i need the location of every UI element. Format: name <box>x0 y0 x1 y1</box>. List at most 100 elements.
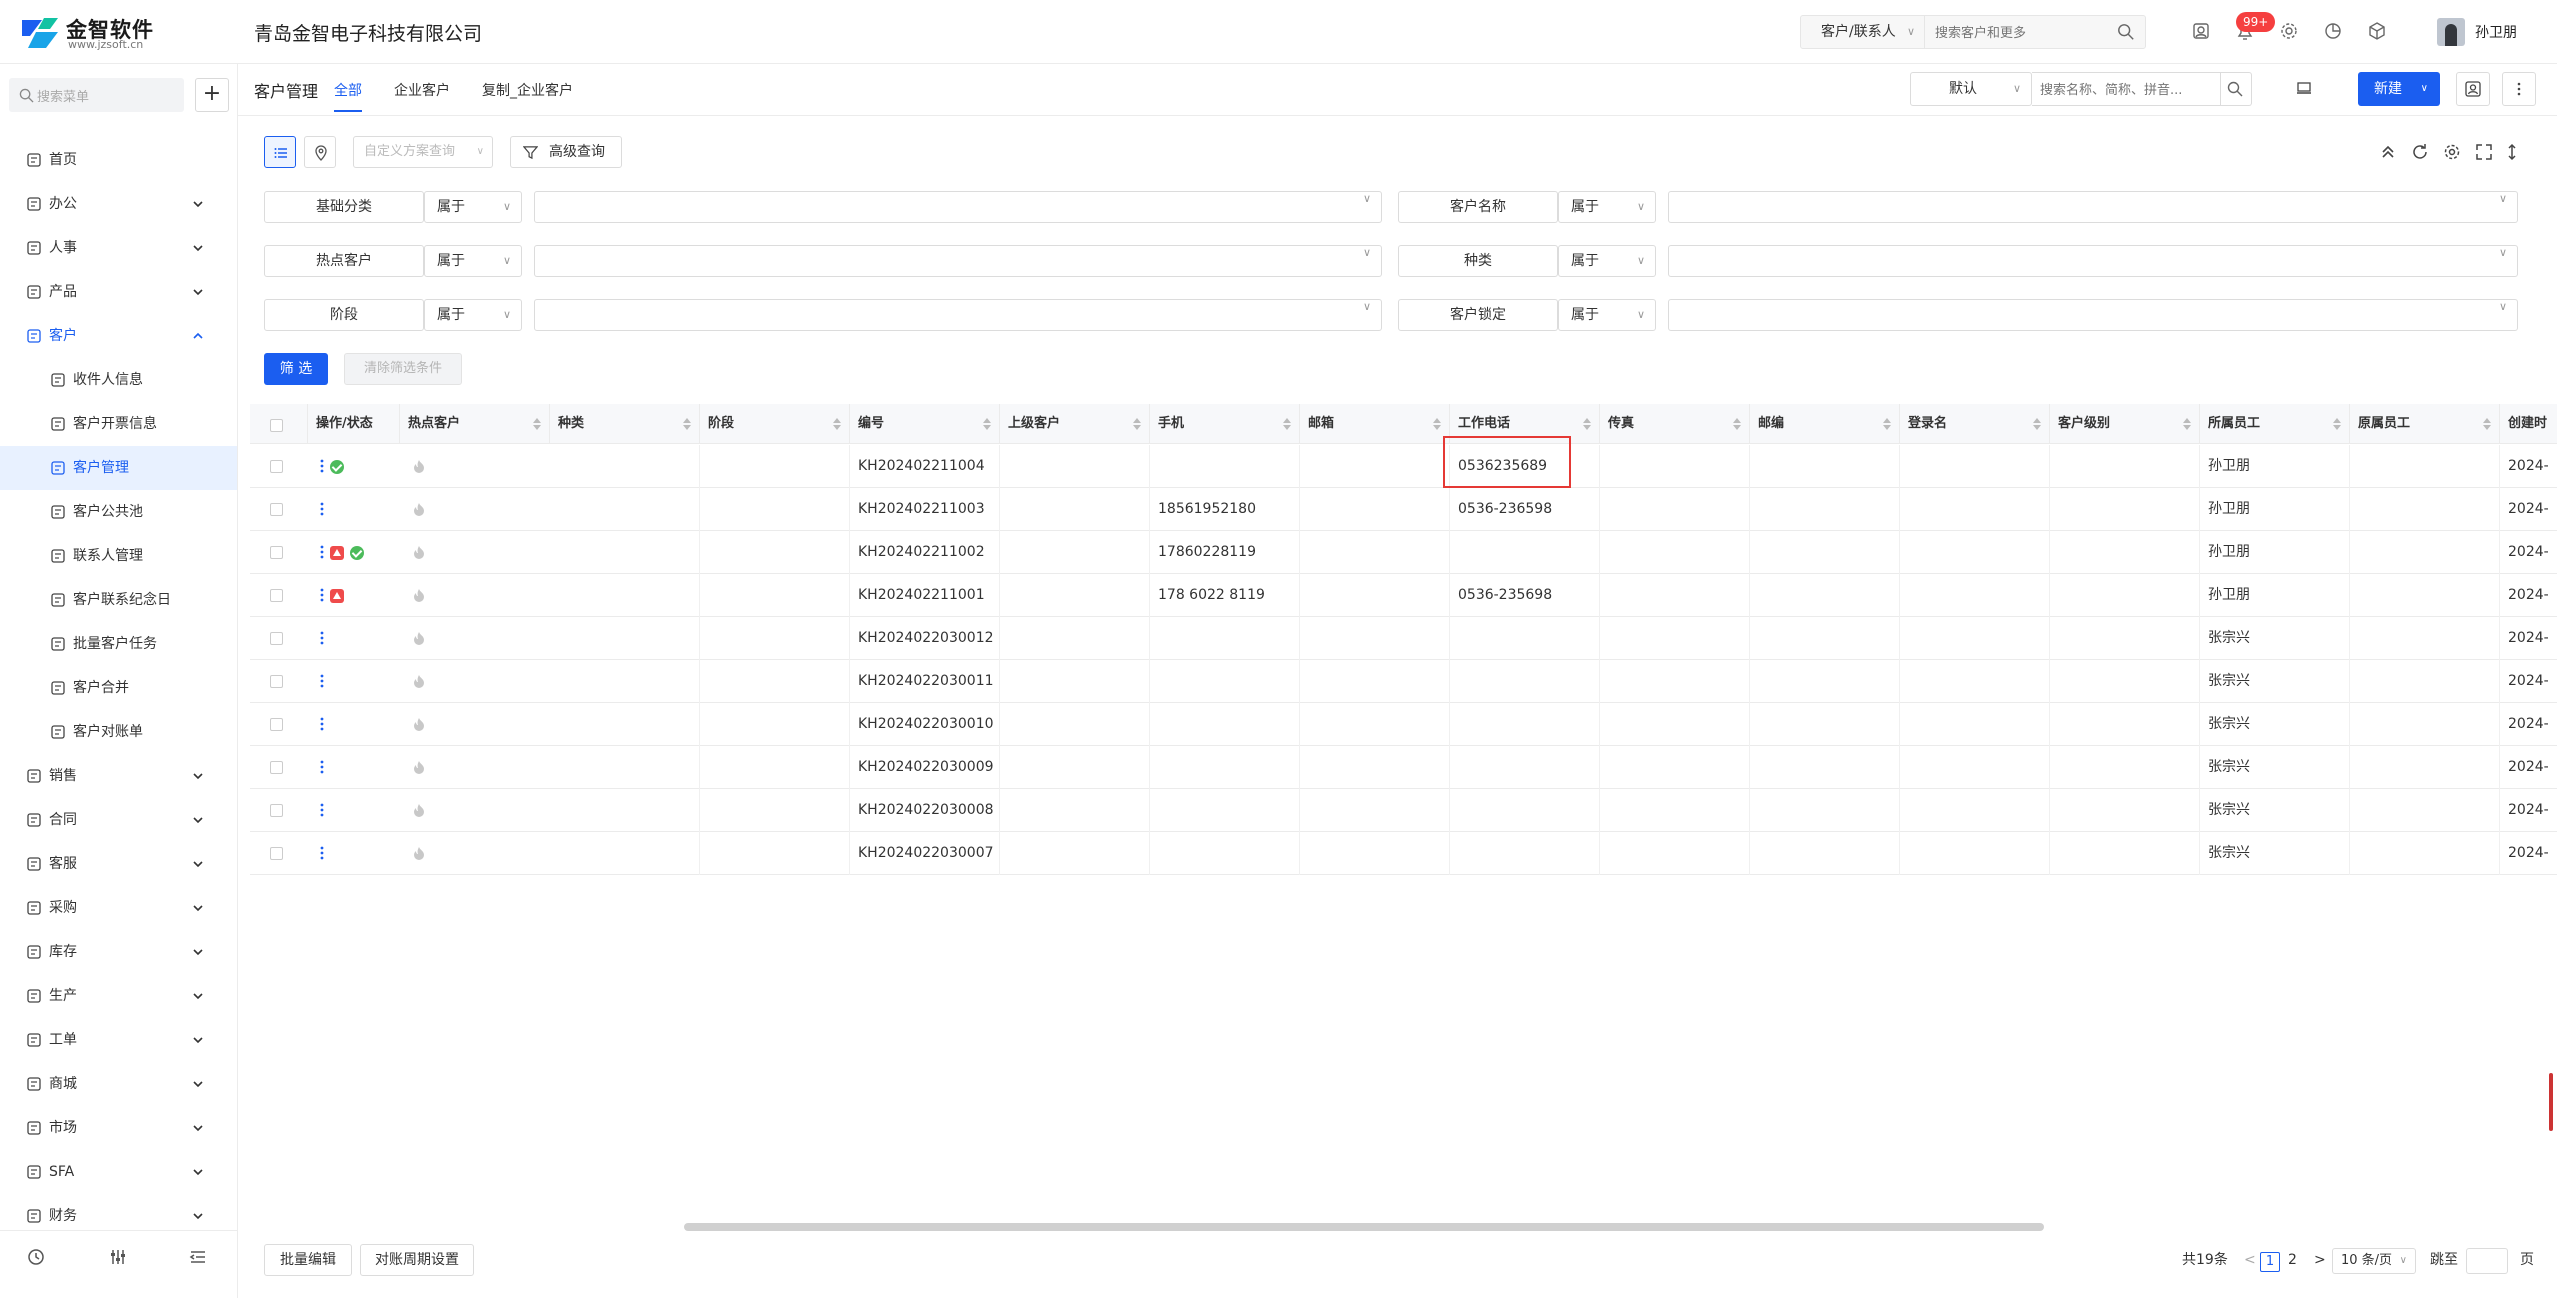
print-button[interactable] <box>2288 72 2322 106</box>
column-header[interactable]: 邮箱 <box>1300 404 1450 444</box>
sort-icon[interactable] <box>2183 418 2191 430</box>
prev-page-button[interactable]: < <box>2244 1244 2256 1276</box>
row-checkbox[interactable] <box>270 546 283 559</box>
flame-icon[interactable] <box>412 459 426 473</box>
flame-icon[interactable] <box>412 760 426 774</box>
flame-icon[interactable] <box>412 545 426 559</box>
table-row[interactable]: KH2024022030012 张宗兴 2024- <box>250 617 2557 660</box>
flame-icon[interactable] <box>412 717 426 731</box>
sort-icon[interactable] <box>1883 418 1891 430</box>
add-menu-button[interactable]: + <box>195 78 229 112</box>
flame-icon[interactable] <box>412 502 426 516</box>
user-name[interactable]: 孙卫朋 <box>2475 22 2517 42</box>
history-icon[interactable] <box>26 1247 46 1267</box>
row-checkbox[interactable] <box>270 761 283 774</box>
column-header[interactable]: 登录名 <box>1900 404 2050 444</box>
sidebar-subitem-3[interactable]: 客户公共池 <box>0 490 237 534</box>
sidebar-item-2[interactable]: 人事 <box>0 226 237 270</box>
filter-value-select[interactable]: ∨ <box>1668 245 2518 277</box>
row-checkbox[interactable] <box>270 503 283 516</box>
more-vertical-icon[interactable] <box>320 802 324 818</box>
table-row[interactable]: KH2024022030009 张宗兴 2024- <box>250 746 2557 789</box>
global-search-input[interactable] <box>1935 22 2110 44</box>
list-search-input[interactable] <box>2040 80 2220 100</box>
sidebar-item-after-6[interactable]: 工单 <box>0 1018 237 1062</box>
jump-page-input[interactable] <box>2466 1248 2508 1274</box>
flame-icon[interactable] <box>412 631 426 645</box>
column-header[interactable]: 上级客户 <box>1000 404 1150 444</box>
column-header[interactable]: 客户级别 <box>2050 404 2200 444</box>
more-vertical-icon[interactable] <box>320 759 324 775</box>
more-button[interactable] <box>2502 72 2536 106</box>
sidebar-item-after-1[interactable]: 合同 <box>0 798 237 842</box>
refresh-icon[interactable] <box>2410 142 2430 162</box>
list-view-button[interactable] <box>264 136 296 168</box>
filter-value-select[interactable]: ∨ <box>534 245 1382 277</box>
sort-icon[interactable] <box>1133 418 1141 430</box>
column-header[interactable]: 原属员工 <box>2350 404 2500 444</box>
column-header[interactable]: 操作/状态 <box>308 404 400 444</box>
sidebar-subitem-5[interactable]: 客户联系纪念日 <box>0 578 237 622</box>
more-vertical-icon[interactable] <box>320 716 324 732</box>
contacts-icon[interactable] <box>2190 20 2212 42</box>
flame-icon[interactable] <box>412 674 426 688</box>
sidebar-item-3[interactable]: 产品 <box>0 270 237 314</box>
sidebar-item-1[interactable]: 办公 <box>0 182 237 226</box>
filter-operator-select[interactable]: 属于 ∨ <box>424 191 522 223</box>
column-header[interactable]: 阶段 <box>700 404 850 444</box>
row-checkbox[interactable] <box>270 589 283 602</box>
sort-icon[interactable] <box>1433 418 1441 430</box>
column-header[interactable]: 编号 <box>850 404 1000 444</box>
more-vertical-icon[interactable] <box>320 544 324 560</box>
sidebar-subitem-1[interactable]: 客户开票信息 <box>0 402 237 446</box>
more-vertical-icon[interactable] <box>320 845 324 861</box>
filter-operator-select[interactable]: 属于 ∨ <box>1558 299 1656 331</box>
sort-icon[interactable] <box>2333 418 2341 430</box>
table-row[interactable]: KH2024022030011 张宗兴 2024- <box>250 660 2557 703</box>
filter-value-select[interactable]: ∨ <box>1668 299 2518 331</box>
column-header[interactable]: 热点客户 <box>400 404 550 444</box>
sidebar-item-after-0[interactable]: 销售 <box>0 754 237 798</box>
more-vertical-icon[interactable] <box>320 630 324 646</box>
custom-scheme-select[interactable]: 自定义方案查询 ∨ <box>353 136 493 168</box>
sidebar-subitem-0[interactable]: 收件人信息 <box>0 358 237 402</box>
tab-copy-enterprise-customer[interactable]: 复制_企业客户 <box>482 80 573 100</box>
filter-operator-select[interactable]: 属于 ∨ <box>1558 191 1656 223</box>
sidebar-subitem-2[interactable]: 客户管理 <box>0 446 237 490</box>
table-row[interactable]: KH202402211004 0536235689 孙卫朋 2024- <box>250 445 2557 488</box>
table-row[interactable]: KH2024022030010 张宗兴 2024- <box>250 703 2557 746</box>
sort-icon[interactable] <box>983 418 991 430</box>
sort-icon[interactable] <box>2483 418 2491 430</box>
column-header[interactable]: 种类 <box>550 404 700 444</box>
more-vertical-icon[interactable] <box>320 587 324 603</box>
map-view-button[interactable] <box>304 136 336 168</box>
more-vertical-icon[interactable] <box>320 501 324 517</box>
row-checkbox[interactable] <box>270 460 283 473</box>
row-checkbox[interactable] <box>270 675 283 688</box>
tab-all[interactable]: 全部 <box>334 80 362 112</box>
sort-icon[interactable] <box>683 418 691 430</box>
pie-chart-icon[interactable] <box>2322 20 2344 42</box>
sidebar-item-after-7[interactable]: 商城 <box>0 1062 237 1106</box>
settings-icon[interactable] <box>2442 142 2462 162</box>
user-settings-button[interactable] <box>2456 72 2490 106</box>
next-page-button[interactable]: > <box>2314 1244 2326 1276</box>
period-settings-button[interactable]: 对账周期设置 <box>360 1244 474 1276</box>
flame-icon[interactable] <box>412 588 426 602</box>
sidebar-item-after-8[interactable]: 市场 <box>0 1106 237 1150</box>
new-button[interactable]: 新建 ∨ <box>2358 72 2440 106</box>
sidebar-item-4[interactable]: 客户 <box>0 314 237 358</box>
sort-icon[interactable] <box>2033 418 2041 430</box>
page-1-button[interactable]: 1 <box>2260 1252 2280 1272</box>
sidebar-item-after-5[interactable]: 生产 <box>0 974 237 1018</box>
flame-icon[interactable] <box>412 803 426 817</box>
tab-enterprise-customer[interactable]: 企业客户 <box>394 80 450 100</box>
filter-operator-select[interactable]: 属于 ∨ <box>424 245 522 277</box>
column-header[interactable]: 创建时 <box>2500 404 2557 444</box>
sort-icon[interactable] <box>533 418 541 430</box>
collapse-up-icon[interactable] <box>2378 142 2398 162</box>
column-height-icon[interactable] <box>2502 142 2522 162</box>
sidebar-subitem-6[interactable]: 批量客户任务 <box>0 622 237 666</box>
sidebar-subitem-8[interactable]: 客户对账单 <box>0 710 237 754</box>
table-row[interactable]: KH202402211002 17860228119 孙卫朋 2024- <box>250 531 2557 574</box>
